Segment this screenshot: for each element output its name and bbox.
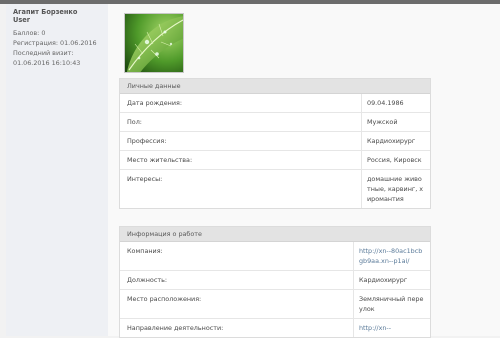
table-row: Компания: http://xn--80ac1bcbgb9aa.xn--p…	[120, 242, 430, 271]
table-row: Дата рождения: 09.04.1986	[120, 94, 430, 113]
field-label: Пол:	[120, 113, 362, 131]
field-value: Мужской	[367, 118, 398, 126]
activity-link[interactable]: http://xn--	[354, 319, 430, 337]
user-role: User	[13, 16, 31, 24]
work-info-panel: Информация о работе Компания: http://xn-…	[119, 226, 431, 338]
field-value: Земляничный переулок	[359, 295, 424, 313]
personal-data-title: Личные данные	[120, 79, 430, 94]
field-label: Место жительства:	[120, 151, 362, 169]
user-registration: Регистрация: 01.06.2016	[13, 39, 97, 47]
field-value: Кардиохирург	[367, 137, 416, 145]
user-points: Баллов: 0	[13, 29, 46, 37]
field-label: Должность:	[120, 271, 354, 289]
table-row: Направление деятельности: http://xn--	[120, 319, 430, 337]
table-row: Место жительства: Россия, Кировск	[120, 151, 430, 170]
field-label: Место расположения:	[120, 290, 354, 318]
field-label: Профессия:	[120, 132, 362, 150]
work-info-title: Информация о работе	[120, 227, 430, 242]
field-label: Дата рождения:	[120, 94, 362, 112]
field-label: Направление деятельности:	[120, 319, 354, 337]
field-value: Кардиохирург	[359, 276, 408, 284]
user-sidebar: Агапит Борзенко User Баллов: 0 Регистрац…	[6, 4, 109, 336]
table-row: Должность: Кардиохирург	[120, 271, 430, 290]
field-label: Интересы:	[120, 170, 362, 208]
field-label: Компания:	[120, 242, 354, 270]
table-row: Пол: Мужской	[120, 113, 430, 132]
leaf-photo-icon	[125, 14, 183, 72]
company-link[interactable]: http://xn--80ac1bcbgb9aa.xn--p1ai/	[354, 242, 430, 270]
user-name[interactable]: Агапит Борзенко	[13, 8, 108, 16]
table-row: Место расположения: Земляничный переулок	[120, 290, 430, 319]
table-row: Профессия: Кардиохирург	[120, 132, 430, 151]
field-value: домашние животные, карвинг, хиромантия	[367, 175, 424, 203]
field-value: 09.04.1986	[367, 99, 404, 107]
table-row: Интересы: домашние животные, карвинг, хи…	[120, 170, 430, 208]
user-avatar[interactable]	[124, 13, 184, 73]
personal-data-panel: Личные данные Дата рождения: 09.04.1986 …	[119, 78, 431, 209]
user-last-visit: Последний визит: 01.06.2016 16:10:43	[13, 49, 81, 67]
field-value: Россия, Кировск	[367, 156, 422, 164]
